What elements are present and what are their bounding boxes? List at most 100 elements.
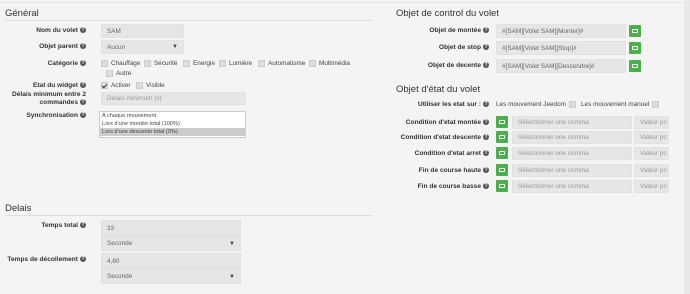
- select-command-button[interactable]: [496, 116, 508, 128]
- delays-title-underline: [5, 215, 373, 216]
- checkbox[interactable]: [106, 70, 113, 77]
- parent-select[interactable]: Aucun ▼: [101, 40, 184, 54]
- release-time-unit-select[interactable]: Seconde ▼: [101, 269, 241, 284]
- sync-option[interactable]: A chaque mouvement: [100, 112, 245, 120]
- limit-bottom-command-select[interactable]: Sélectionner une comma: [512, 180, 632, 193]
- select-command-button[interactable]: [496, 147, 508, 159]
- help-icon: ?: [80, 112, 86, 118]
- sync-label: Synchronisation?: [26, 112, 86, 119]
- limit-top-command-select[interactable]: Sélectionner une comma: [512, 164, 632, 177]
- help-icon: ?: [80, 256, 86, 262]
- state-up-value-input[interactable]: Valeur pc: [634, 116, 669, 129]
- checkbox[interactable]: [219, 60, 226, 67]
- select-command-button[interactable]: [629, 42, 641, 54]
- state-down-value-input[interactable]: Valeur pc: [634, 131, 669, 144]
- checkbox[interactable]: [144, 60, 151, 67]
- manual-movement-checkbox[interactable]: Les mouvement manuel: [581, 101, 662, 108]
- control-down-label: Objet de decente?: [427, 62, 489, 69]
- total-time-label: Temps total?: [41, 222, 86, 229]
- name-input[interactable]: SAM: [101, 24, 184, 38]
- help-icon: ?: [483, 44, 489, 50]
- visible-checkbox[interactable]: Visible: [136, 82, 165, 89]
- total-time-unit-select[interactable]: Seconde ▼: [101, 236, 241, 251]
- category-chauffage[interactable]: Chauffage: [101, 60, 140, 67]
- release-time-label: Temps de décollement?: [7, 256, 86, 263]
- right-scrollbar[interactable]: [684, 0, 690, 294]
- help-icon: ?: [80, 222, 86, 228]
- select-command-button[interactable]: [629, 25, 641, 37]
- state-up-label: Condition d'etat montée?: [405, 119, 489, 126]
- chevron-down-icon: ▼: [172, 44, 178, 50]
- category-label: Catégorie?: [47, 60, 86, 67]
- checkbox[interactable]: [258, 60, 265, 67]
- state-down-command-select[interactable]: Sélectionner une comma: [512, 131, 632, 144]
- help-icon: ?: [483, 183, 489, 189]
- limit-top-label: Fin de course haute?: [418, 167, 489, 174]
- control-up-label: Objet de montée?: [429, 27, 489, 34]
- list-icon: [632, 64, 638, 68]
- sync-option[interactable]: Lors d'une montée total (100%): [100, 120, 245, 128]
- limit-top-value-input[interactable]: Valeur pc: [634, 164, 669, 177]
- list-icon: [499, 135, 505, 139]
- delay-input[interactable]: Délais minimum (s): [101, 92, 246, 105]
- state-stop-command-select[interactable]: Sélectionner une comma: [512, 147, 632, 160]
- help-icon: ?: [483, 134, 489, 140]
- list-icon: [499, 151, 505, 155]
- parent-label: Objet parent?: [39, 43, 86, 50]
- state-up-command-select[interactable]: Sélectionner une comma: [512, 116, 632, 129]
- select-command-button[interactable]: [496, 131, 508, 143]
- delays-title: Delais: [5, 203, 32, 214]
- checkbox[interactable]: [136, 82, 143, 89]
- category-securite[interactable]: Sécurité: [144, 60, 177, 67]
- select-command-button[interactable]: [629, 60, 641, 72]
- chevron-down-icon: ▼: [229, 240, 235, 247]
- control-title: Objet de control du volet: [396, 8, 499, 19]
- category-energie[interactable]: Energie: [183, 60, 215, 67]
- limit-bottom-value-input[interactable]: Valeur pc: [634, 180, 669, 193]
- control-stop-input[interactable]: #[SAM][Volet SAM][Stop]#: [496, 41, 626, 55]
- checkbox[interactable]: [568, 101, 576, 108]
- checkbox-checked[interactable]: [101, 82, 108, 89]
- control-down-input[interactable]: #[SAM][Volet SAM][Descendre]#: [496, 59, 626, 73]
- help-icon: ?: [483, 119, 489, 125]
- help-icon: ?: [80, 99, 86, 105]
- checkbox[interactable]: [309, 60, 316, 67]
- activate-checkbox[interactable]: Activer: [101, 82, 131, 89]
- control-up-input[interactable]: #[SAM][Volet SAM][Monter]#: [496, 24, 626, 38]
- checkbox[interactable]: [183, 60, 190, 67]
- state-down-label: Condition d'etat descente?: [400, 134, 489, 141]
- use-state-label: Utiliser les etat sur :?: [417, 101, 489, 108]
- help-icon: ?: [483, 150, 489, 156]
- list-icon: [499, 168, 505, 172]
- widget-state-label: Etat du widget?: [32, 82, 86, 89]
- sync-option-selected[interactable]: Lors d'une descente total (0%): [100, 128, 245, 136]
- control-stop-label: Objet de stop?: [438, 44, 489, 51]
- top-divider: [0, 2, 690, 3]
- checkbox[interactable]: [652, 101, 660, 108]
- checkbox[interactable]: [101, 60, 108, 67]
- list-icon: [499, 120, 505, 124]
- general-title: Général: [5, 8, 39, 19]
- select-command-button[interactable]: [496, 180, 508, 192]
- delay-label: Délais minimum entre 2 commandes?: [11, 91, 86, 106]
- state-stop-value-input[interactable]: Valeur pc: [634, 147, 669, 160]
- release-time-input[interactable]: 4,60: [101, 253, 241, 269]
- sync-listbox[interactable]: A chaque mouvement Lors d'une montée tot…: [99, 111, 246, 138]
- category-automatisme[interactable]: Automatisme: [258, 60, 305, 67]
- list-icon: [499, 184, 505, 188]
- category-multimedia[interactable]: Multimédia: [309, 60, 350, 67]
- jeedom-movement-checkbox[interactable]: Les mouvement Jeedom: [496, 101, 579, 108]
- total-time-input[interactable]: 33: [101, 220, 241, 236]
- help-icon: ?: [80, 60, 86, 66]
- name-label: Nom du volet?: [36, 27, 86, 34]
- help-icon: ?: [483, 27, 489, 33]
- help-icon: ?: [483, 167, 489, 173]
- list-icon: [632, 29, 638, 33]
- category-lumiere[interactable]: Lumière: [219, 60, 252, 67]
- category-autre[interactable]: Autre: [106, 70, 131, 77]
- select-command-button[interactable]: [496, 164, 508, 176]
- help-icon: ?: [483, 62, 489, 68]
- list-icon: [632, 46, 638, 50]
- help-icon: ?: [80, 82, 86, 88]
- help-icon: ?: [483, 101, 489, 107]
